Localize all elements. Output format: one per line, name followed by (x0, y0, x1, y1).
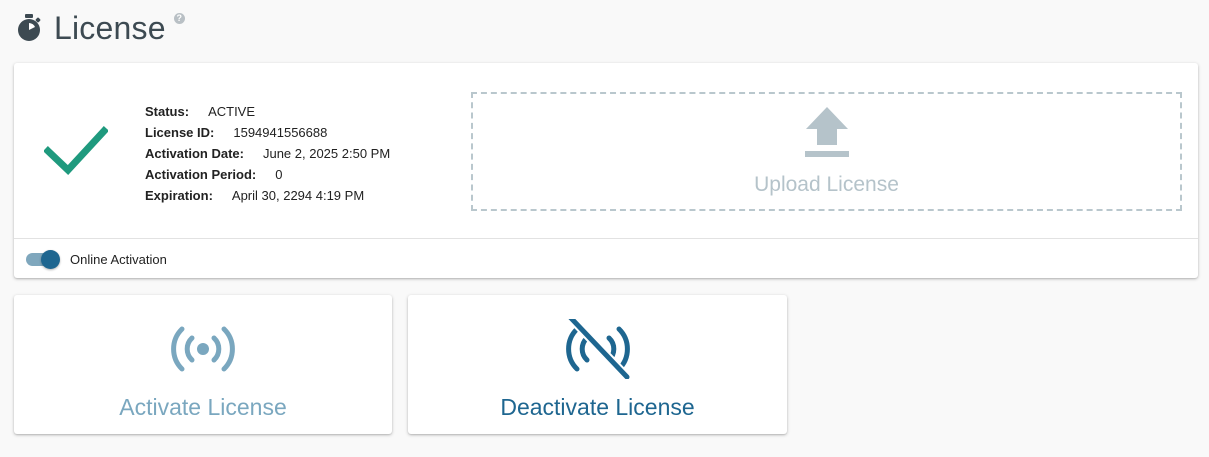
page-header: License ? (16, 8, 185, 48)
activation-period-value: 0 (275, 167, 283, 182)
online-activation-label: Online Activation (70, 251, 167, 267)
broadcast-off-icon (565, 319, 630, 379)
help-icon[interactable]: ? (173, 12, 185, 24)
upload-license-label: Upload License (754, 172, 899, 196)
activate-license-button[interactable]: Activate License (14, 295, 392, 434)
broadcast-icon (171, 326, 235, 372)
online-activation-row: Online Activation (26, 248, 167, 270)
status-row: Status: ACTIVE (145, 101, 390, 122)
license-status-card: Status: ACTIVE License ID: 1594941556688… (14, 63, 1198, 278)
online-activation-toggle[interactable] (26, 249, 60, 269)
deactivate-license-label: Deactivate License (500, 394, 695, 420)
stopwatch-icon (18, 14, 41, 41)
checkmark-icon (44, 126, 108, 175)
toggle-knob (41, 250, 60, 269)
license-id-label: License ID: (145, 125, 215, 140)
license-id-value: 1594941556688 (233, 125, 328, 140)
activation-period-label: Activation Period: (145, 167, 257, 182)
license-id-row: License ID: 1594941556688 (145, 122, 390, 143)
expiration-label: Expiration: (145, 188, 213, 203)
page-title: License (54, 9, 166, 46)
activation-period-row: Activation Period: 0 (145, 164, 390, 185)
activation-date-value: June 2, 2025 2:50 PM (262, 146, 391, 161)
expiration-row: Expiration: April 30, 2294 4:19 PM (145, 185, 390, 206)
card-divider (14, 238, 1198, 239)
activate-license-label: Activate License (119, 394, 287, 420)
upload-license-dropzone[interactable]: Upload License (471, 92, 1182, 211)
license-info: Status: ACTIVE License ID: 1594941556688… (145, 101, 390, 206)
expiration-value: April 30, 2294 4:19 PM (231, 188, 365, 203)
activation-date-row: Activation Date: June 2, 2025 2:50 PM (145, 143, 390, 164)
activation-date-label: Activation Date: (145, 146, 244, 161)
deactivate-license-button[interactable]: Deactivate License (408, 295, 787, 434)
upload-icon (804, 106, 849, 157)
status-label: Status: (145, 104, 190, 119)
status-value: ACTIVE (208, 104, 256, 119)
